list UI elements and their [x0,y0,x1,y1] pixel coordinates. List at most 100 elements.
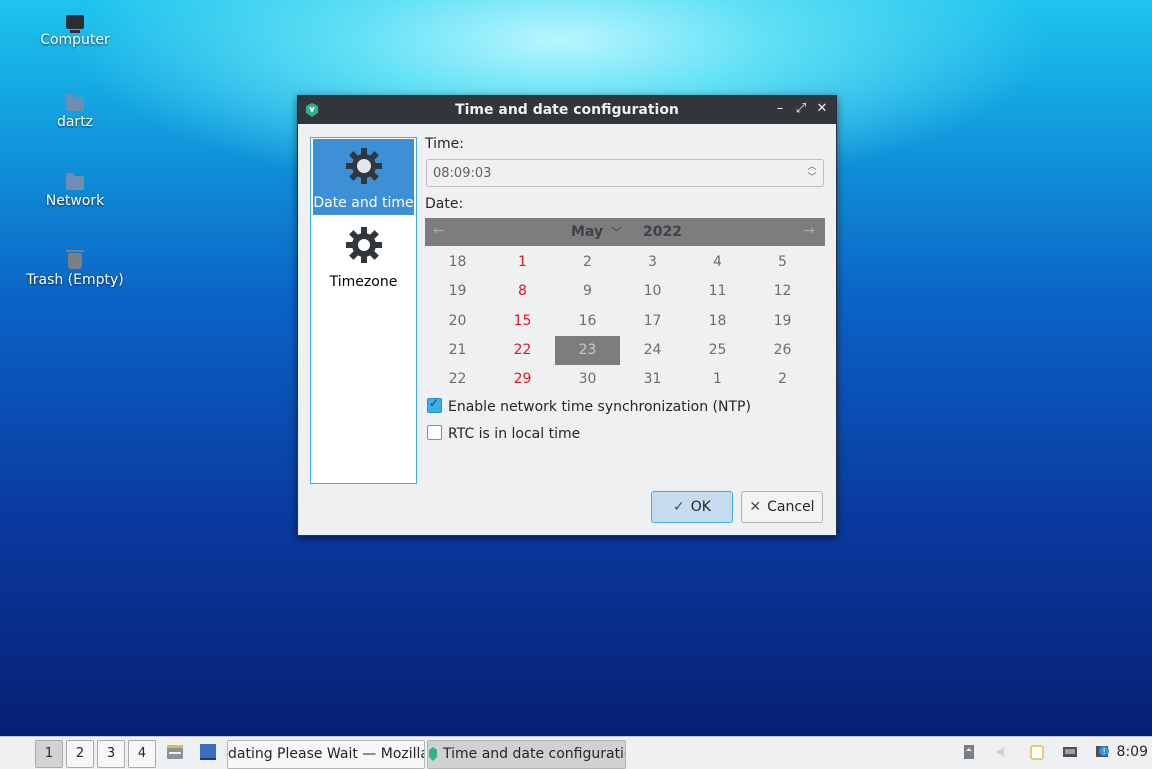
calendar-day[interactable]: 22 [490,336,555,365]
week-number: 19 [448,283,467,300]
week-number: 20 [448,312,467,329]
task-label: Time and date configuratio [443,746,626,762]
calendar-header: ← May ﹀ 2022 → [425,218,825,246]
calendar-week-row: 18 1 2 3 4 5 [425,248,815,277]
desktop-icon-network[interactable]: Network [0,173,150,209]
clipboard-icon[interactable] [1029,744,1045,760]
next-month-arrow-icon[interactable]: → [803,223,815,239]
workspace-2-button[interactable]: 2 [66,740,94,768]
desktop-icon-computer[interactable]: Computer [0,15,150,48]
cancel-button[interactable]: ✕ Cancel [741,491,823,523]
desktop-icon-label: Computer [40,32,110,48]
calendar-week-row: 20 15 16 17 18 19 [425,307,815,336]
calendar-day[interactable]: 11 [685,277,750,306]
file-manager-icon[interactable] [166,743,184,761]
calendar-week-row: 21 22 23 24 25 26 [425,335,815,366]
calendar-week-row: 22 29 30 31 1 2 [425,365,815,394]
desktop-icon-trash[interactable]: Trash (Empty) [0,250,150,288]
time-value: 08:09:03 [433,166,492,181]
week-number: 22 [448,371,467,388]
rtc-checkbox[interactable] [427,425,442,440]
check-icon: ✓ [673,499,685,515]
task-mozilla[interactable]: dating Please Wait — Mozilla [227,740,425,769]
ok-button[interactable]: ✓ OK [651,491,733,523]
network-status-icon[interactable] [1062,744,1078,760]
calendar-grid: 18 1 2 3 4 5 19 8 9 10 11 12 20 15 16 17 18 19 21 22 23 24 25 2… [425,248,815,394]
calendar-day[interactable]: 15 [490,307,555,336]
close-icon: ✕ [749,499,762,515]
calendar-day[interactable]: 10 [620,277,685,306]
week-number: 18 [448,254,467,270]
desktop-icon[interactable] [199,743,217,761]
desktop-icon-label: Network [45,193,105,209]
workspace-3-button[interactable]: 3 [97,740,125,768]
app-icon [429,747,437,761]
time-date-dialog: Time and date configuration – ⤢ ✕ Date a… [297,95,837,536]
month-select[interactable]: May [571,224,603,240]
desktop-icon-label: Trash (Empty) [26,272,124,288]
task-time-date[interactable]: Time and date configuratio [427,740,626,769]
computer-icon [66,15,84,33]
calendar-day[interactable]: 2 [750,365,815,394]
workspace-1-button[interactable]: 1 [35,740,63,768]
dialog-titlebar[interactable]: Time and date configuration – ⤢ ✕ [298,96,836,124]
calendar-day[interactable]: 19 [750,307,815,336]
date-label: Date: [425,196,464,212]
calendar-week-row: 19 8 9 10 11 12 [425,277,815,306]
volume-icon[interactable] [995,744,1011,760]
sidebar-item-label: Timezone [329,274,398,290]
maximize-button[interactable]: ⤢ [793,101,809,117]
desktop-icon-label: dartz [56,114,94,130]
calendar-day[interactable]: 1 [490,248,555,277]
calendar-day[interactable]: 24 [620,336,685,365]
sidebar-item-timezone[interactable]: Timezone [313,218,414,294]
calendar-day[interactable]: 26 [750,336,815,365]
calendar-day[interactable]: 30 [555,365,620,394]
close-button[interactable]: ✕ [814,101,830,117]
sidebar-item-label: Date and time [313,195,414,211]
spin-up-icon[interactable]: ︿ [806,162,818,172]
time-label: Time: [425,136,464,152]
desktop-icon-home[interactable]: dartz [0,94,150,130]
spin-down-icon[interactable]: ﹀ [806,173,818,183]
rtc-checkbox-row[interactable]: RTC is in local time [427,425,580,442]
calendar-day[interactable]: 1 [685,365,750,394]
task-label: dating Please Wait — Mozilla [228,746,425,762]
calendar-day[interactable]: 8 [490,277,555,306]
calendar-day[interactable]: 2 [555,248,620,277]
calendar-day[interactable]: 4 [685,248,750,277]
calendar-day[interactable]: 16 [555,307,620,336]
calendar-day[interactable]: 29 [490,365,555,394]
year-field[interactable]: 2022 [643,224,682,240]
trash-icon [66,250,84,269]
ntp-label: Enable network time synchronization (NTP… [448,399,751,415]
removable-drive-icon[interactable] [961,744,977,760]
ntp-checkbox[interactable] [427,396,442,413]
prev-month-arrow-icon[interactable]: ← [433,223,445,239]
chevron-down-icon[interactable]: ﹀ [611,224,622,240]
network-icon [66,173,84,190]
calendar-day-selected[interactable]: 23 [555,335,620,366]
calendar-day[interactable]: 17 [620,307,685,336]
clock[interactable]: 8:09 [1117,744,1148,760]
gear-icon [346,148,382,184]
rtc-label: RTC is in local time [448,426,581,442]
workspace-4-button[interactable]: 4 [128,740,156,768]
taskbar: 1 2 3 4 dating Please Wait — Mozilla Tim… [0,736,1152,769]
svg-text:!: ! [1103,747,1106,756]
sidebar-item-date-and-time[interactable]: Date and time [313,139,414,215]
calendar-day[interactable]: 5 [750,248,815,277]
calendar-day[interactable]: 3 [620,248,685,277]
time-input[interactable]: 08:09:03 ︿ ﹀ [426,159,824,187]
minimize-button[interactable]: – [772,101,788,117]
ok-label: OK [690,499,711,515]
calendar-day[interactable]: 9 [555,277,620,306]
home-folder-icon [66,94,84,111]
ntp-checkbox-row[interactable]: Enable network time synchronization (NTP… [427,396,751,415]
calendar-day[interactable]: 31 [620,365,685,394]
cancel-label: Cancel [767,499,815,515]
calendar-day[interactable]: 18 [685,307,750,336]
calendar-day[interactable]: 12 [750,277,815,306]
updates-icon[interactable]: ! [1095,744,1111,760]
calendar-day[interactable]: 25 [685,336,750,365]
